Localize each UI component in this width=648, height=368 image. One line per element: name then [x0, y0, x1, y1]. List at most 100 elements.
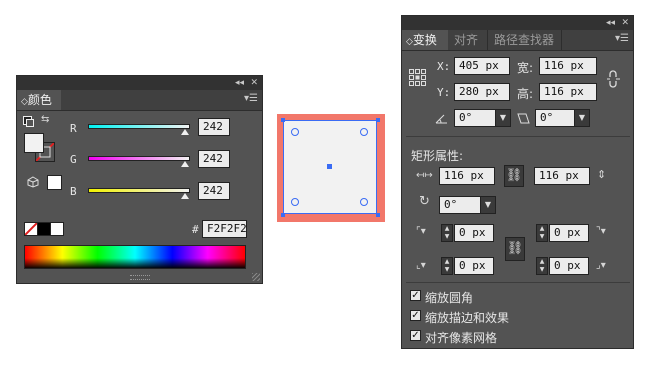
tab-transform-label: 变换: [412, 33, 437, 47]
center-point: [327, 164, 332, 169]
corner-radius-bl-stepper[interactable]: ▲ ▼: [441, 257, 453, 275]
close-icon[interactable]: ✕: [621, 17, 629, 29]
tab-color[interactable]: ◇颜色: [17, 90, 61, 110]
rect-width-field[interactable]: 116 px: [439, 167, 495, 185]
rect-properties-title: 矩形属性:: [411, 149, 464, 163]
fill-swatch[interactable]: [24, 133, 44, 153]
b-value-field[interactable]: 242: [198, 182, 230, 200]
hex-label: #: [192, 223, 199, 236]
default-colors-icon[interactable]: ⇆: [41, 114, 49, 126]
resize-grip-icon[interactable]: [252, 273, 260, 281]
panel-menu-icon[interactable]: ▾☰: [615, 33, 629, 44]
y-label: Y:: [437, 86, 451, 99]
corner-type-bottom-left-icon[interactable]: ⌞▾: [416, 260, 426, 272]
collapse-icon[interactable]: ◂◂: [235, 77, 244, 89]
corner-widget-bottom-left[interactable]: [291, 198, 299, 206]
g-slider-thumb[interactable]: [180, 161, 189, 167]
corner-type-bottom-right-icon[interactable]: ⌟▾: [596, 260, 606, 272]
section-divider: [406, 136, 630, 137]
corner-rotation-field[interactable]: 0°: [439, 196, 481, 214]
corner-radius-br-field[interactable]: 0 px: [549, 257, 589, 275]
out-of-gamut-cube-icon[interactable]: [27, 176, 39, 188]
b-slider[interactable]: [88, 188, 190, 193]
corner-rotation-dropdown[interactable]: ▼: [480, 196, 496, 214]
corner-radius-tr-stepper[interactable]: ▲ ▼: [536, 224, 548, 242]
section-divider: [406, 282, 630, 283]
transform-panel-titlebar[interactable]: ◂◂ ✕: [402, 16, 633, 30]
color-panel-tabbar: ◇颜色 ▾☰: [17, 90, 262, 111]
color-spectrum-ramp[interactable]: [24, 245, 246, 269]
corner-radius-tl-stepper[interactable]: ▲ ▼: [441, 224, 453, 242]
corner-radius-tl-field[interactable]: 0 px: [454, 224, 494, 242]
shear-angle-icon: [517, 113, 530, 124]
close-icon[interactable]: ✕: [250, 77, 258, 89]
tab-align-label: 对齐: [454, 33, 479, 47]
collapse-icon[interactable]: ◂◂: [606, 17, 615, 29]
corner-widget-bottom-right[interactable]: [360, 198, 368, 206]
transform-panel: ◂◂ ✕ ◇变换 对齐 路径查找器 ▾☰ X: 405 px 宽: 116 px…: [401, 15, 634, 349]
handle-top-left[interactable]: [281, 118, 285, 122]
corner-radius-bl-field[interactable]: 0 px: [454, 257, 494, 275]
corner-radius-tr-field[interactable]: 0 px: [549, 224, 589, 242]
none-swatch-icon[interactable]: [24, 222, 38, 236]
white-swatch-icon[interactable]: [50, 222, 64, 236]
scale-corners-checkbox[interactable]: ✓: [410, 290, 421, 301]
corner-type-top-right-icon[interactable]: ⌝▾: [596, 226, 606, 238]
handle-top-right[interactable]: [376, 118, 380, 122]
r-slider-thumb[interactable]: [180, 129, 189, 135]
constrain-proportions-icon[interactable]: [607, 70, 621, 88]
g-slider[interactable]: [88, 156, 190, 161]
corner-widget-top-left[interactable]: [291, 128, 299, 136]
shear-angle-field[interactable]: 0°: [535, 109, 575, 127]
align-pixel-grid-checkbox[interactable]: ✓: [410, 330, 421, 341]
tab-transform[interactable]: ◇变换: [402, 30, 448, 50]
panel-menu-icon[interactable]: ▾☰: [244, 93, 258, 104]
g-label: G: [70, 153, 77, 166]
tab-pathfinder-label: 路径查找器: [494, 33, 555, 47]
r-value-field[interactable]: 242: [198, 118, 230, 136]
rect-height-field[interactable]: 116 px: [534, 167, 590, 185]
panel-bottom-grip[interactable]: [130, 275, 150, 280]
reference-point-grid[interactable]: [409, 69, 427, 87]
scale-strokes-label: 缩放描边和效果: [425, 311, 510, 325]
tab-pathfinder[interactable]: 路径查找器: [490, 30, 562, 50]
scale-corners-label: 缩放圆角: [425, 291, 474, 305]
scale-strokes-checkbox[interactable]: ✓: [410, 310, 421, 321]
g-value-field[interactable]: 242: [198, 150, 230, 168]
r-slider[interactable]: [88, 124, 190, 129]
transform-panel-tabbar: ◇变换 对齐 路径查找器 ▾☰: [402, 30, 633, 51]
link-corner-radii-icon[interactable]: ⛓: [505, 237, 525, 261]
tab-align[interactable]: 对齐: [450, 30, 488, 50]
width-label: 宽:: [517, 61, 534, 75]
corner-radius-br-stepper[interactable]: ▲ ▼: [536, 257, 548, 275]
canvas-rectangle-frame[interactable]: [277, 114, 385, 222]
tab-toggle-icon: ◇: [406, 37, 413, 47]
hex-value-field[interactable]: F2F2F2: [202, 220, 247, 238]
b-label: B: [70, 185, 77, 198]
rotate-angle-dropdown[interactable]: ▼: [495, 109, 511, 127]
swap-colors-icon[interactable]: [23, 116, 34, 127]
rotate-angle-icon: [435, 114, 447, 124]
b-slider-thumb[interactable]: [180, 193, 189, 199]
black-swatch-icon[interactable]: [37, 222, 51, 236]
rect-width-icon: ↤↦: [416, 170, 433, 181]
tab-color-label: 颜色: [27, 93, 52, 107]
rotate-angle-field[interactable]: 0°: [454, 109, 496, 127]
link-rect-dimensions-icon[interactable]: ⛓: [504, 165, 524, 187]
web-safe-swatch[interactable]: [47, 175, 62, 190]
height-field[interactable]: 116 px: [539, 83, 597, 101]
color-panel: ◂◂ ✕ ◇颜色 ▾☰ ⇆ R 242 G 242 B 242 # F2F2F2: [16, 75, 263, 284]
width-field[interactable]: 116 px: [539, 57, 597, 75]
handle-bottom-left[interactable]: [281, 213, 285, 217]
rect-height-icon: ⇕: [597, 168, 607, 181]
color-panel-titlebar[interactable]: ◂◂ ✕: [17, 76, 262, 90]
height-label: 高:: [517, 87, 534, 101]
tab-toggle-icon: ◇: [21, 97, 28, 107]
corner-type-top-left-icon[interactable]: ⌜▾: [416, 226, 426, 238]
x-field[interactable]: 405 px: [454, 57, 510, 75]
shear-angle-dropdown[interactable]: ▼: [574, 109, 590, 127]
y-field[interactable]: 280 px: [454, 83, 510, 101]
align-pixel-grid-label: 对齐像素网格: [425, 331, 498, 345]
corner-widget-top-right[interactable]: [360, 128, 368, 136]
handle-bottom-right[interactable]: [376, 213, 380, 217]
